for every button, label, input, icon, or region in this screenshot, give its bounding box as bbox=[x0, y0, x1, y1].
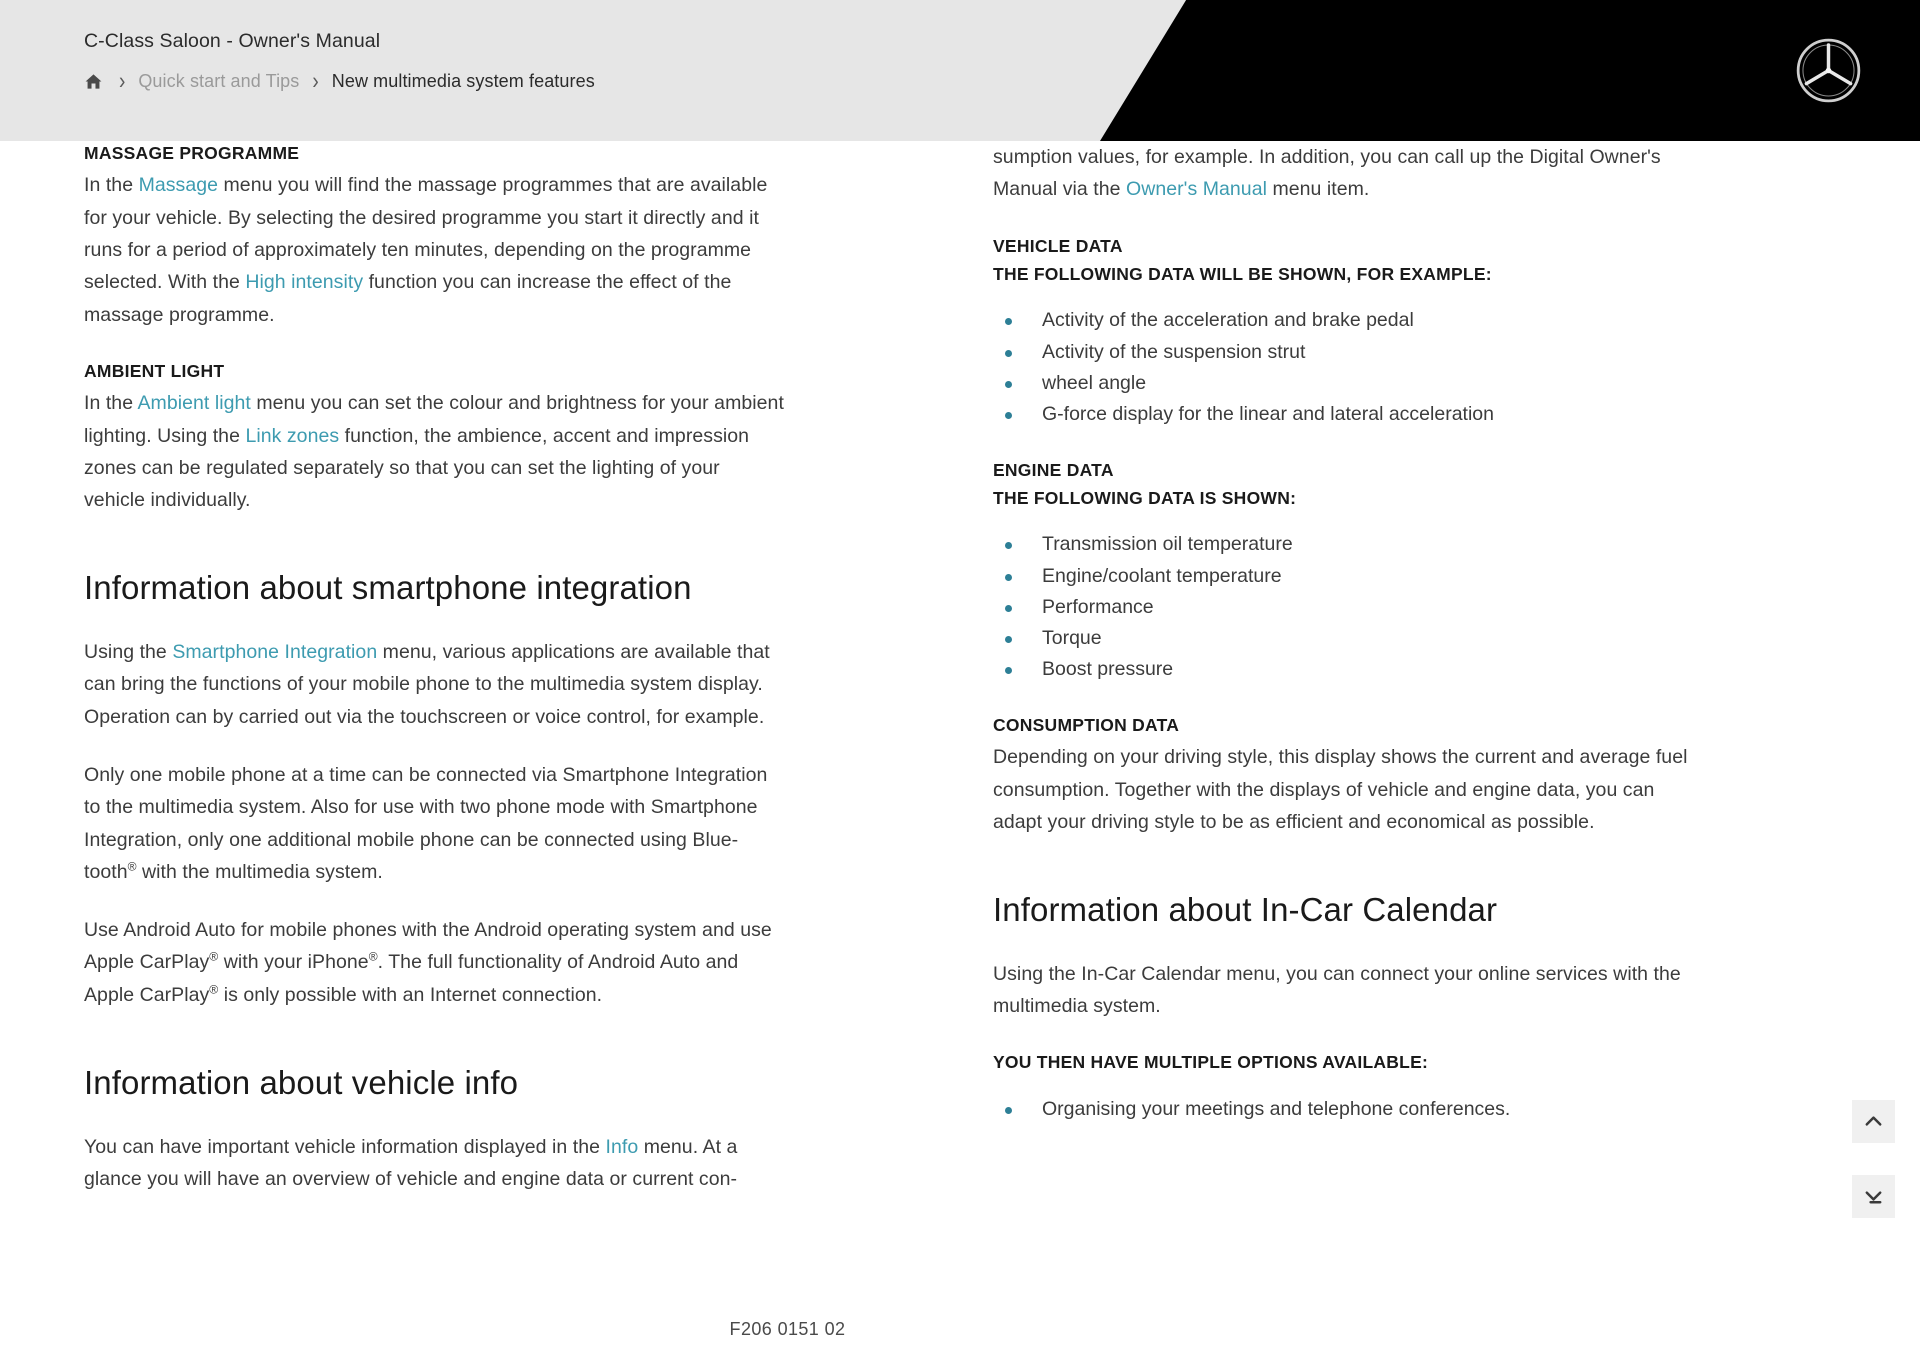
smartphone-integration-link[interactable]: Smartphone Integration bbox=[172, 641, 377, 663]
smartphone-paragraph-1: Using the Smartphone Integration menu, v… bbox=[84, 636, 784, 733]
mercedes-benz-star-logo bbox=[1794, 36, 1863, 105]
calendar-options-subheading: YOU THEN HAVE MULTIPLE OPTIONS AVAILABLE… bbox=[993, 1052, 1429, 1073]
consumption-data-paragraph: Depending on your driving style, this di… bbox=[993, 746, 1688, 833]
info-menu-link[interactable]: Info bbox=[606, 1136, 639, 1158]
header-text-block: C-Class Saloon - Owner's Manual › Quick … bbox=[84, 30, 595, 94]
scroll-to-bottom-button[interactable] bbox=[1852, 1175, 1895, 1218]
home-icon[interactable] bbox=[84, 72, 103, 91]
vehicle-info-text-1: You can have important vehicle informati… bbox=[84, 1135, 606, 1158]
in-car-calendar-paragraph: Using the In-Car Calendar menu, you can … bbox=[993, 962, 1681, 1018]
list-item: Activity of the suspension strut bbox=[993, 337, 1803, 368]
vehicle-data-subheading: VEHICLE DATA bbox=[993, 235, 1123, 256]
massage-menu-link[interactable]: Massage bbox=[139, 174, 218, 196]
list-item: Organising your meetings and telephone c… bbox=[993, 1094, 1803, 1125]
ambient-text-1: In the bbox=[84, 392, 138, 415]
list-item: Activity of the acceleration and brake p… bbox=[993, 305, 1803, 336]
list-item: Performance bbox=[993, 592, 1803, 623]
continuation-text-2: menu item. bbox=[1266, 178, 1370, 201]
vehicle-info-heading: Information about vehicle info bbox=[84, 1063, 519, 1101]
list-item: Boost pressure bbox=[993, 654, 1803, 685]
breadcrumb-separator-2: › bbox=[312, 67, 319, 95]
list-item: Engine/coolant temperature bbox=[993, 561, 1803, 592]
footer-document-code: F206 0151 02 bbox=[729, 1319, 846, 1339]
smartphone-paragraph-3: Use Android Auto for mobile phones with … bbox=[84, 914, 784, 1011]
breadcrumb-item-current: New multimedia system features bbox=[331, 70, 595, 91]
smartphone-p2-end: with the multimedia system. bbox=[136, 860, 383, 883]
ambient-light-subheading: AMBIENT LIGHT bbox=[84, 360, 225, 381]
smartphone-p3-b: with your iPhone bbox=[218, 951, 369, 974]
page-content: MASSAGE PROGRAMME In the Massage menu yo… bbox=[0, 141, 1920, 1358]
vehicle-data-list: Activity of the acceleration and brake p… bbox=[993, 305, 1803, 429]
massage-programme-paragraph: In the Massage menu you will find the ma… bbox=[84, 169, 784, 330]
list-item: G-force display for the linear and later… bbox=[993, 399, 1803, 430]
left-column: MASSAGE PROGRAMME In the Massage menu yo… bbox=[84, 141, 904, 1195]
page-header: C-Class Saloon - Owner's Manual › Quick … bbox=[0, 0, 1920, 141]
engine-data-subheading: ENGINE DATA bbox=[993, 459, 1114, 480]
carplay-registered-mark-2: ® bbox=[209, 982, 219, 997]
list-item: Transmission oil temperature bbox=[993, 529, 1803, 560]
chevron-up-icon bbox=[1865, 1116, 1882, 1126]
ambient-light-link[interactable]: Ambient light bbox=[137, 392, 250, 414]
smartphone-paragraph-2: Only one mobile phone at a time can be c… bbox=[84, 759, 784, 888]
chevron-down-to-line-icon bbox=[1865, 1191, 1882, 1204]
smartphone-p1-text-1: Using the bbox=[84, 641, 173, 664]
massage-text-1: In the bbox=[84, 174, 139, 197]
vehicle-info-paragraph: You can have important vehicle informati… bbox=[84, 1131, 784, 1196]
continuation-paragraph: sumption values, for example. In additio… bbox=[993, 141, 1693, 206]
two-column-layout: MASSAGE PROGRAMME In the Massage menu yo… bbox=[0, 141, 1920, 1195]
list-item: Torque bbox=[993, 623, 1803, 654]
ambient-light-paragraph: In the Ambient light menu you can set th… bbox=[84, 387, 784, 516]
in-car-calendar-heading: Information about In-Car Calendar bbox=[993, 891, 1498, 929]
calendar-options-list: Organising your meetings and telephone c… bbox=[993, 1094, 1803, 1125]
smartphone-p3-d: is only possible with an Internet connec… bbox=[218, 983, 603, 1006]
high-intensity-link[interactable]: High intensity bbox=[245, 271, 363, 293]
engine-data-intro: THE FOLLOWING DATA IS SHOWN: bbox=[993, 488, 1297, 509]
scroll-to-top-button[interactable] bbox=[1852, 1100, 1895, 1143]
owners-manual-link[interactable]: Owner's Manual bbox=[1126, 178, 1267, 200]
breadcrumb: › Quick start and Tips › New multimedia … bbox=[84, 68, 595, 94]
right-column: sumption values, for example. In additio… bbox=[993, 141, 1803, 1195]
iphone-registered-mark: ® bbox=[368, 949, 378, 964]
engine-data-list: Transmission oil temperature Engine/cool… bbox=[993, 529, 1803, 685]
carplay-registered-mark-1: ® bbox=[209, 949, 219, 964]
bluetooth-registered-mark: ® bbox=[127, 859, 137, 874]
document-title: C-Class Saloon - Owner's Manual bbox=[84, 30, 381, 52]
breadcrumb-separator-1: › bbox=[119, 67, 126, 95]
link-zones-link[interactable]: Link zones bbox=[245, 425, 339, 447]
consumption-data-subheading: CONSUMPTION DATA bbox=[993, 714, 1180, 735]
vehicle-data-intro: THE FOLLOWING DATA WILL BE SHOWN, FOR EX… bbox=[993, 263, 1492, 284]
list-item: wheel angle bbox=[993, 368, 1803, 399]
massage-programme-subheading: MASSAGE PROGRAMME bbox=[84, 143, 300, 163]
breadcrumb-item-quick-start[interactable]: Quick start and Tips bbox=[138, 71, 299, 92]
smartphone-integration-heading: Information about smartphone integration bbox=[84, 569, 692, 607]
